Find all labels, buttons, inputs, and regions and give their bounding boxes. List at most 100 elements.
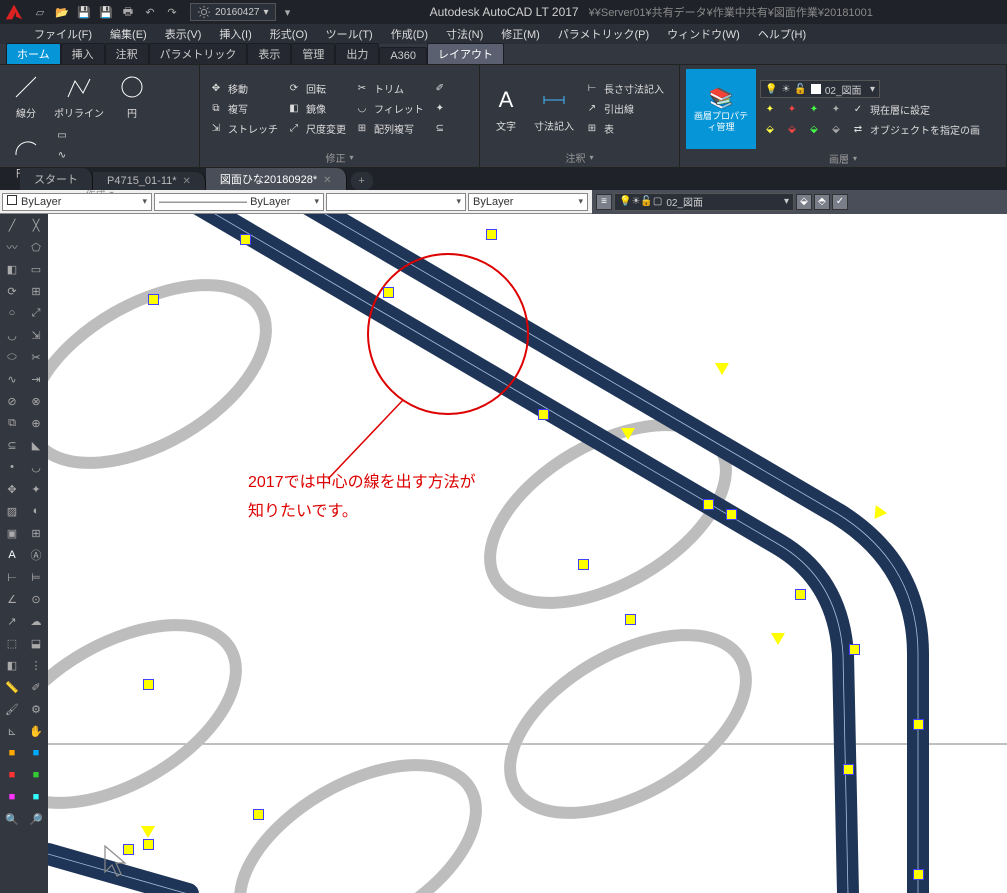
lineweight-combo[interactable]: ▾: [326, 193, 466, 211]
move-button[interactable]: ✥移動: [206, 80, 280, 98]
change-layer-button[interactable]: ⇄オブジェクトを指定の画: [848, 120, 982, 138]
tool-trim[interactable]: ✂: [24, 346, 48, 368]
explode-button[interactable]: ✦: [430, 100, 450, 118]
rect-button[interactable]: ▭: [52, 126, 72, 144]
menu-tools[interactable]: ツール(T): [322, 24, 377, 44]
layer-match-icon[interactable]: ✓: [832, 194, 848, 210]
tool-dim2[interactable]: ⊨: [24, 566, 48, 588]
tool-table[interactable]: ⊞: [24, 522, 48, 544]
tool-copy[interactable]: ⧉: [0, 412, 24, 434]
app-icon[interactable]: [2, 0, 26, 24]
scale-button[interactable]: ⤢尺度変更: [284, 120, 348, 138]
tool-colorB[interactable]: ■: [24, 742, 48, 764]
grip[interactable]: [148, 294, 159, 305]
tool-array[interactable]: ⊞: [24, 280, 48, 302]
color-combo[interactable]: ByLayer▾: [2, 193, 152, 211]
tool-leader[interactable]: ↗: [0, 610, 24, 632]
plotstyle-combo[interactable]: ByLayer▾: [468, 193, 588, 211]
tool-polygon[interactable]: ⬠: [24, 236, 48, 258]
tool-mtext[interactable]: Ⓐ: [24, 544, 48, 566]
layer-quick-selector[interactable]: 💡☀🔓▢ 02_図面▾: [614, 193, 794, 211]
tool-chamfer[interactable]: ◣: [24, 434, 48, 456]
tool-dim1[interactable]: ⊢: [0, 566, 24, 588]
layer-selector[interactable]: 💡 ☀ 🔓 02_図面 ▾: [760, 80, 880, 98]
tab-parametric[interactable]: パラメトリック: [149, 43, 248, 64]
layer-tool-1[interactable]: ✦: [760, 100, 780, 118]
tab-home[interactable]: ホーム: [6, 43, 61, 64]
tool-extend[interactable]: ⇥: [24, 368, 48, 390]
menu-parametric[interactable]: パラメトリック(P): [554, 24, 653, 44]
tool-arc[interactable]: ◡: [0, 324, 24, 346]
layer-uniso-icon[interactable]: ⬘: [814, 194, 830, 210]
tab-insert[interactable]: 挿入: [61, 43, 105, 64]
grip[interactable]: [383, 287, 394, 298]
tool-wipeout[interactable]: ◧: [0, 654, 24, 676]
layer-tool-7[interactable]: ⬙: [804, 120, 824, 138]
direction-grip[interactable]: [621, 428, 635, 440]
grip[interactable]: [486, 229, 497, 240]
tool-ucs[interactable]: ⊾: [0, 720, 24, 742]
drawing-canvas[interactable]: 2017では中心の線を出す方法が 知りたいです。: [48, 214, 1007, 893]
layer-tool-3[interactable]: ✦: [804, 100, 824, 118]
grip[interactable]: [726, 509, 737, 520]
tool-zoomw[interactable]: 🔎: [24, 808, 48, 830]
menu-format[interactable]: 形式(O): [266, 24, 312, 44]
tool-colorM[interactable]: ■: [0, 786, 24, 808]
line-button[interactable]: 線分: [6, 69, 46, 122]
direction-grip[interactable]: [771, 633, 785, 645]
dimension-button[interactable]: 寸法記入: [530, 82, 578, 135]
menu-view[interactable]: 表示(V): [161, 24, 206, 44]
tool-insert[interactable]: ⬓: [24, 632, 48, 654]
qat-dropdown-icon[interactable]: ▾: [278, 2, 298, 22]
leader-button[interactable]: ↗引出線: [582, 100, 666, 118]
grip[interactable]: [240, 234, 251, 245]
grip[interactable]: [143, 679, 154, 690]
mirror-button[interactable]: ◧鏡像: [284, 100, 348, 118]
circle-button[interactable]: 円: [112, 69, 152, 122]
tool-text[interactable]: A: [0, 544, 24, 566]
add-doc-button[interactable]: +: [351, 172, 373, 190]
copy-button[interactable]: ⧉複写: [206, 100, 280, 118]
tool-colorY[interactable]: ■: [0, 742, 24, 764]
tool-circle[interactable]: ○: [0, 302, 24, 324]
tool-line[interactable]: ╱: [0, 214, 24, 236]
text-button[interactable]: A文字: [486, 82, 526, 135]
save-icon[interactable]: 💾: [74, 2, 94, 22]
tool-dim4[interactable]: ⊙: [24, 588, 48, 610]
grip[interactable]: [578, 559, 589, 570]
layer-tool-2[interactable]: ✦: [782, 100, 802, 118]
polyline-button[interactable]: ポリライン: [50, 69, 108, 122]
tool-rotate[interactable]: ⟳: [0, 280, 24, 302]
grip[interactable]: [843, 764, 854, 775]
tool-scale[interactable]: ⤢: [24, 302, 48, 324]
tool-stretch[interactable]: ⇲: [24, 324, 48, 346]
grip[interactable]: [795, 589, 806, 600]
tool-zoom[interactable]: 🔍: [0, 808, 24, 830]
tool-pline[interactable]: 〰: [0, 236, 24, 258]
dimlinear-button[interactable]: ⊢長さ寸法記入: [582, 80, 666, 98]
tool-break[interactable]: ⊘: [0, 390, 24, 412]
tool-erase[interactable]: ✐: [24, 676, 48, 698]
tool-explode[interactable]: ✦: [24, 478, 48, 500]
tool-colorC[interactable]: ■: [24, 786, 48, 808]
grip[interactable]: [703, 499, 714, 510]
layer-properties-button[interactable]: 📚 画層プロパティ管理: [686, 69, 756, 149]
layer-list-icon[interactable]: ≡: [596, 194, 612, 210]
layer-tool-6[interactable]: ⬙: [782, 120, 802, 138]
tab-a360[interactable]: A360: [379, 47, 427, 64]
menu-file[interactable]: ファイル(F): [30, 24, 96, 44]
erase-button[interactable]: ✐: [430, 80, 450, 98]
tool-hatch[interactable]: ▨: [0, 500, 24, 522]
menu-help[interactable]: ヘルプ(H): [754, 24, 810, 44]
tool-move[interactable]: ✥: [0, 478, 24, 500]
tool-colorG[interactable]: ■: [24, 764, 48, 786]
menu-dimension[interactable]: 寸法(N): [442, 24, 487, 44]
layer-tool-8[interactable]: ⬙: [826, 120, 846, 138]
layer-tool-4[interactable]: ✦: [826, 100, 846, 118]
tab-manage[interactable]: 管理: [291, 43, 335, 64]
menu-modify[interactable]: 修正(M): [497, 24, 544, 44]
open-icon[interactable]: 📂: [52, 2, 72, 22]
tab-layout[interactable]: レイアウト: [427, 43, 504, 64]
direction-grip[interactable]: [715, 363, 729, 375]
grip[interactable]: [625, 614, 636, 625]
